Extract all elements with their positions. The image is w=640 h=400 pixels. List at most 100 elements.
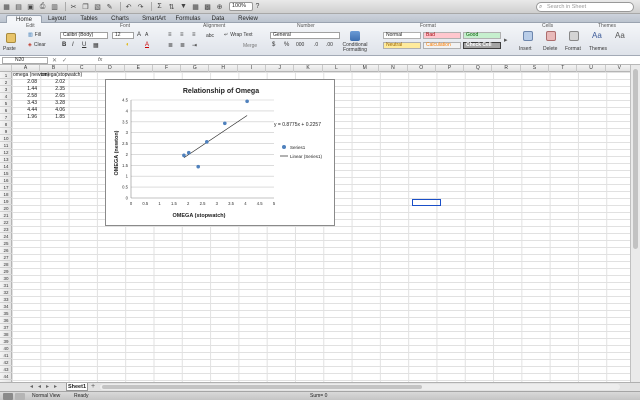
column-header[interactable]: P xyxy=(436,65,465,72)
font-shrink-icon[interactable]: A xyxy=(145,32,148,38)
cell-a7[interactable]: 1.96 xyxy=(16,114,37,121)
tab-layout[interactable]: Layout xyxy=(44,15,70,23)
row-header[interactable]: 19 xyxy=(0,198,12,205)
conditional-formatting-label[interactable]: Conditional Formatting xyxy=(340,43,370,53)
new-workbook-icon[interactable]: ▦ xyxy=(2,2,11,11)
style-check-cell[interactable]: Check Cell xyxy=(463,42,501,49)
highlight-icon[interactable]: ◐ xyxy=(126,42,130,48)
name-box[interactable]: N20 xyxy=(2,57,48,64)
themes-label[interactable]: Themes xyxy=(589,46,607,52)
paste-label[interactable]: Paste xyxy=(3,46,16,52)
italic-icon[interactable]: I xyxy=(72,42,74,48)
cell-b2[interactable]: 2.02 xyxy=(44,79,65,86)
row-header[interactable]: 23 xyxy=(0,226,12,233)
format-painter-icon[interactable]: ✎ xyxy=(105,2,114,11)
tab-review[interactable]: Review xyxy=(234,15,262,23)
paste-clipboard-icon[interactable] xyxy=(6,33,16,43)
tab-home[interactable]: Home xyxy=(6,15,42,23)
row-header[interactable]: 25 xyxy=(0,240,12,247)
row-header[interactable]: 12 xyxy=(0,149,12,156)
font-size-select[interactable]: 12 xyxy=(112,32,134,39)
import-icon[interactable]: ▥ xyxy=(50,2,59,11)
toolbox-icon[interactable]: ▩ xyxy=(203,2,212,11)
column-header[interactable]: J xyxy=(266,65,295,72)
fill-button[interactable]: ▥ Fill xyxy=(28,32,41,38)
search-field[interactable]: ⌕ Search in Sheet xyxy=(536,2,634,12)
redo-icon[interactable]: ↷ xyxy=(136,2,145,11)
cell-b4[interactable]: 2.65 xyxy=(44,93,65,100)
cell-a5[interactable]: 3.43 xyxy=(16,100,37,107)
page-layout-view-icon[interactable] xyxy=(15,393,25,400)
cut-icon[interactable]: ✂ xyxy=(69,2,78,11)
indent-icon[interactable]: ⇥ xyxy=(192,42,197,49)
function-icon[interactable]: fx xyxy=(98,57,102,63)
row-header[interactable]: 24 xyxy=(0,233,12,240)
column-header[interactable]: D xyxy=(96,65,125,72)
row-header[interactable]: 4 xyxy=(0,93,12,100)
row-header[interactable]: 3 xyxy=(0,86,12,93)
help-icon[interactable]: ? xyxy=(253,2,262,11)
column-header[interactable]: B xyxy=(40,65,68,72)
comma-style-icon[interactable]: 000 xyxy=(296,42,304,48)
cell-b5[interactable]: 3.28 xyxy=(44,100,65,107)
row-header[interactable]: 41 xyxy=(0,352,12,359)
formula-input[interactable] xyxy=(112,57,612,64)
filter-icon[interactable]: ▼ xyxy=(179,2,188,11)
row-header[interactable]: 39 xyxy=(0,338,12,345)
delete-label[interactable]: Delete xyxy=(543,46,557,52)
column-header[interactable]: I xyxy=(238,65,267,72)
tab-smartart[interactable]: SmartArt xyxy=(138,15,170,23)
autosum-icon[interactable]: Σ xyxy=(155,2,164,11)
cell-b1[interactable]: omega(stopwatch) xyxy=(41,72,82,79)
zoom-select[interactable]: 100% xyxy=(229,2,253,11)
first-sheet-icon[interactable]: ◂ xyxy=(30,383,33,390)
column-header[interactable]: N xyxy=(379,65,408,72)
row-header[interactable]: 30 xyxy=(0,275,12,282)
row-header[interactable]: 8 xyxy=(0,121,12,128)
format-label[interactable]: Format xyxy=(565,46,581,52)
styles-more-icon[interactable]: ▸ xyxy=(504,36,508,44)
selected-cell[interactable] xyxy=(412,199,441,206)
column-header[interactable]: K xyxy=(294,65,323,72)
sheet-tab-sheet1[interactable]: Sheet1 xyxy=(66,383,88,391)
row-header[interactable]: 7 xyxy=(0,114,12,121)
align-left-icon[interactable]: ≡ xyxy=(168,32,172,38)
row-header[interactable]: 11 xyxy=(0,142,12,149)
tab-formulas[interactable]: Formulas xyxy=(173,15,203,23)
column-header[interactable]: E xyxy=(125,65,153,72)
horizontal-scrollbar[interactable] xyxy=(100,384,620,390)
row-header[interactable]: 32 xyxy=(0,289,12,296)
row-header[interactable]: 44 xyxy=(0,373,12,380)
style-good[interactable]: Good xyxy=(463,32,501,39)
tab-tables[interactable]: Tables xyxy=(76,15,102,23)
row-header[interactable]: 16 xyxy=(0,177,12,184)
column-header[interactable]: O xyxy=(408,65,436,72)
insert-label[interactable]: Insert xyxy=(519,46,532,52)
copy-icon[interactable]: ❐ xyxy=(81,2,90,11)
merge-button[interactable]: Merge xyxy=(243,43,257,49)
row-header[interactable]: 5 xyxy=(0,100,12,107)
row-header[interactable]: 29 xyxy=(0,268,12,275)
column-header[interactable]: F xyxy=(153,65,182,72)
decrease-decimal-icon[interactable]: .00 xyxy=(326,42,333,48)
vertical-scroll-thumb[interactable] xyxy=(633,69,638,249)
row-header[interactable]: 14 xyxy=(0,163,12,170)
prev-sheet-icon[interactable]: ◂ xyxy=(38,383,41,390)
open-icon[interactable]: ▤ xyxy=(14,2,23,11)
cancel-icon[interactable]: ✕ xyxy=(52,57,57,64)
column-header[interactable]: G xyxy=(181,65,210,72)
currency-icon[interactable]: $ xyxy=(272,42,275,48)
row-header[interactable]: 9 xyxy=(0,128,12,135)
row-header[interactable]: 20 xyxy=(0,205,12,212)
chart-object[interactable]: Relationship of Omega OMEGA (stopwatch) … xyxy=(105,79,335,226)
column-header[interactable]: S xyxy=(521,65,550,72)
justify-left-icon[interactable]: ≣ xyxy=(168,42,173,49)
column-header[interactable]: A xyxy=(12,65,40,72)
row-header[interactable]: 42 xyxy=(0,359,12,366)
style-normal[interactable]: Normal xyxy=(383,32,421,39)
add-sheet-icon[interactable]: + xyxy=(89,383,97,391)
horizontal-scroll-thumb[interactable] xyxy=(102,385,422,389)
delete-cells-icon[interactable] xyxy=(546,31,556,41)
row-header[interactable]: 33 xyxy=(0,296,12,303)
sort-icon[interactable]: ⇅ xyxy=(167,2,176,11)
